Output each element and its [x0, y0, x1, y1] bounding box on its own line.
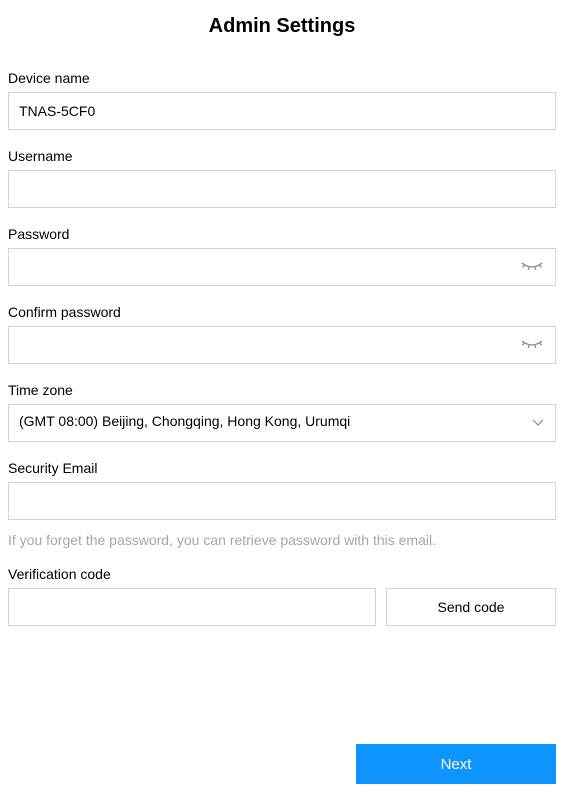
page-title: Admin Settings	[8, 15, 556, 38]
password-label: Password	[8, 226, 556, 242]
password-input[interactable]	[8, 248, 556, 286]
eye-closed-icon[interactable]	[520, 339, 544, 351]
security-email-helper: If you forget the password, you can retr…	[8, 532, 556, 548]
username-input[interactable]	[8, 170, 556, 208]
timezone-select[interactable]: (GMT 08:00) Beijing, Chongqing, Hong Kon…	[8, 404, 556, 442]
security-email-input[interactable]	[8, 482, 556, 520]
verification-code-label: Verification code	[8, 566, 556, 582]
eye-closed-icon[interactable]	[520, 261, 544, 273]
send-code-button[interactable]: Send code	[386, 588, 556, 626]
next-button[interactable]: Next	[356, 744, 556, 784]
confirm-password-label: Confirm password	[8, 304, 556, 320]
device-name-input[interactable]	[8, 92, 556, 130]
confirm-password-input[interactable]	[8, 326, 556, 364]
verification-code-input[interactable]	[8, 588, 376, 626]
username-label: Username	[8, 148, 556, 164]
device-name-label: Device name	[8, 70, 556, 86]
timezone-label: Time zone	[8, 382, 556, 398]
security-email-label: Security Email	[8, 460, 556, 476]
